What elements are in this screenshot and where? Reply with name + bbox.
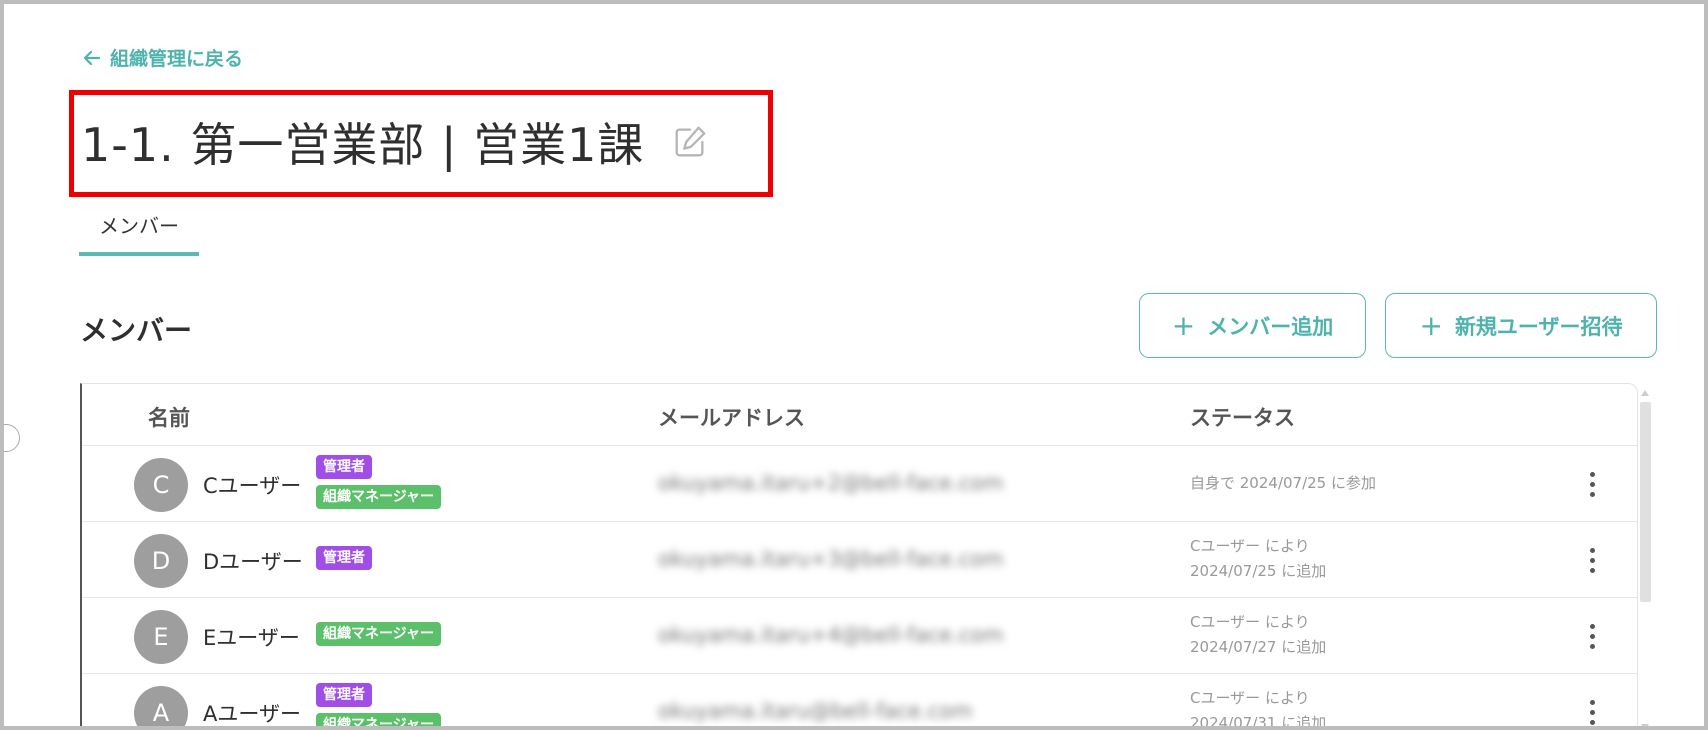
- avatar: E: [134, 610, 188, 664]
- add-member-button[interactable]: + メンバー追加: [1139, 293, 1366, 358]
- user-email: okuyama.itaru+2@bell-face.com: [658, 471, 1004, 495]
- role-badges: 管理者: [316, 546, 372, 570]
- status-line: 2024/07/27 に追加: [1190, 638, 1327, 656]
- app-frame: 組織管理に戻る 1-1. 第一営業部 | 営業1課 メンバー メンバー + メン…: [0, 0, 1708, 730]
- role-badges: 組織マネージャー: [316, 622, 442, 646]
- user-email: okuyama.itaru+3@bell-face.com: [658, 547, 1004, 571]
- table-row: C Cユーザー 管理者 組織マネージャー okuyama.itaru+2@bel…: [82, 446, 1637, 522]
- org-manager-badge: 組織マネージャー: [316, 485, 442, 509]
- avatar: D: [134, 534, 188, 588]
- tab-members[interactable]: メンバー: [79, 212, 199, 256]
- tab-members-label: メンバー: [99, 214, 179, 238]
- user-email: okuyama.itaru+4@bell-face.com: [658, 623, 1004, 647]
- status-line: 自身で 2024/07/25 に参加: [1190, 474, 1376, 492]
- column-header-email: メールアドレス: [658, 406, 805, 430]
- status-line: Cユーザー により: [1190, 537, 1310, 555]
- admin-badge: 管理者: [316, 546, 372, 570]
- user-name[interactable]: Cユーザー: [203, 470, 301, 500]
- user-status: Cユーザー により 2024/07/31 に追加: [1190, 686, 1327, 730]
- arrow-left-icon: [83, 50, 101, 65]
- scroll-up-arrow-icon[interactable]: [1641, 390, 1649, 396]
- pencil-edit-icon[interactable]: [670, 122, 710, 162]
- status-line: Cユーザー により: [1190, 613, 1310, 631]
- side-panel-handle[interactable]: [4, 424, 20, 452]
- row-more-menu-button[interactable]: [1582, 692, 1602, 726]
- status-line: 2024/07/31 に追加: [1190, 714, 1327, 730]
- page-title-row: 1-1. 第一営業部 | 営業1課: [81, 107, 710, 177]
- user-status: 自身で 2024/07/25 に参加: [1190, 471, 1376, 496]
- section-title: メンバー: [80, 314, 193, 347]
- scroll-down-arrow-icon[interactable]: [1641, 724, 1649, 726]
- admin-badge: 管理者: [316, 455, 372, 479]
- role-badges: 管理者 組織マネージャー: [316, 683, 442, 726]
- user-email: okuyama.itaru@bell-face.com: [658, 699, 973, 723]
- plus-icon: +: [1419, 308, 1443, 342]
- status-line: Cユーザー により: [1190, 689, 1310, 707]
- table-row: A Aユーザー 管理者 組織マネージャー okuyama.itaru@bell-…: [82, 674, 1637, 730]
- org-manager-badge: 組織マネージャー: [316, 622, 442, 646]
- back-link-label: 組織管理に戻る: [110, 48, 244, 70]
- column-header-name: 名前: [148, 406, 190, 430]
- back-to-organization-link[interactable]: 組織管理に戻る: [82, 44, 243, 71]
- table-row: E Eユーザー 組織マネージャー okuyama.itaru+4@bell-fa…: [82, 598, 1637, 674]
- column-header-status: ステータス: [1190, 406, 1295, 430]
- user-name[interactable]: Dユーザー: [203, 546, 303, 576]
- scroll-thumb[interactable]: [1640, 402, 1651, 602]
- members-table: 名前 メールアドレス ステータス C Cユーザー 管理者 組織マネージャー ok…: [80, 383, 1638, 730]
- user-name[interactable]: Aユーザー: [203, 698, 301, 726]
- status-line: 2024/07/25 に追加: [1190, 562, 1327, 580]
- invite-user-button[interactable]: + 新規ユーザー招待: [1385, 293, 1657, 358]
- avatar: C: [134, 458, 188, 512]
- user-status: Cユーザー により 2024/07/27 に追加: [1190, 610, 1326, 660]
- table-header: 名前 メールアドレス ステータス: [82, 384, 1637, 446]
- org-manager-badge: 組織マネージャー: [316, 713, 442, 726]
- active-tab-indicator: [79, 252, 199, 256]
- row-more-menu-button[interactable]: [1582, 464, 1602, 504]
- row-more-menu-button[interactable]: [1582, 540, 1602, 580]
- role-badges: 管理者 組織マネージャー: [316, 455, 442, 509]
- user-name[interactable]: Eユーザー: [203, 622, 300, 652]
- row-more-menu-button[interactable]: [1582, 616, 1602, 656]
- plus-icon: +: [1171, 308, 1196, 342]
- invite-user-label: 新規ユーザー招待: [1454, 314, 1623, 339]
- table-scrollbar[interactable]: [1640, 390, 1651, 726]
- admin-badge: 管理者: [316, 683, 372, 707]
- user-status: Cユーザー により 2024/07/25 に追加: [1190, 534, 1326, 584]
- avatar: A: [134, 686, 188, 726]
- table-row: D Dユーザー 管理者 okuyama.itaru+3@bell-face.co…: [82, 522, 1637, 598]
- add-member-label: メンバー追加: [1207, 314, 1334, 339]
- page-title: 1-1. 第一営業部 | 営業1課: [81, 118, 645, 172]
